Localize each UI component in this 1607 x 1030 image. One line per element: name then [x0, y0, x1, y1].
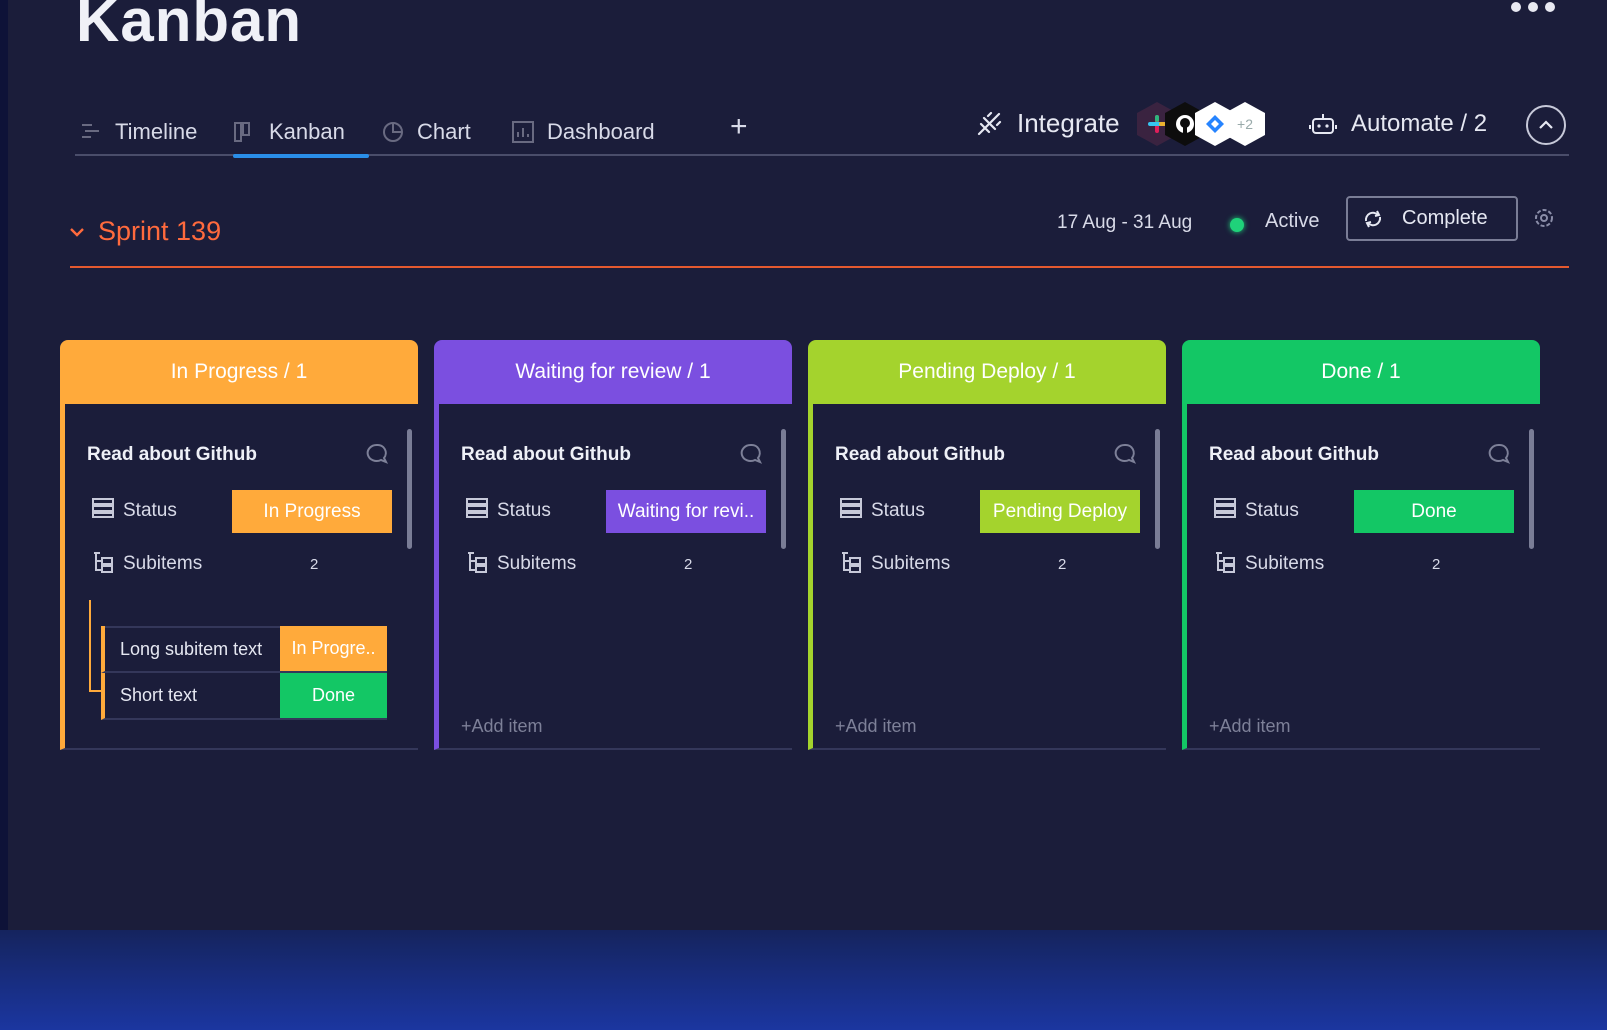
page-title: Kanban [76, 0, 303, 54]
gear-icon[interactable] [1532, 206, 1556, 230]
add-view-button[interactable]: + [730, 110, 748, 144]
kanban-card[interactable]: Read about Github Status Done Subitems 2… [1182, 404, 1540, 750]
subitems-icon [1216, 552, 1235, 573]
status-column-icon [1214, 498, 1236, 518]
subitems-table: Long subitem text In Progre.. Short text… [101, 626, 387, 720]
add-item-link[interactable]: +Add item [1209, 716, 1291, 737]
background-gradient [0, 930, 1607, 1030]
subitems-count: 2 [684, 556, 693, 573]
tab-label: Timeline [115, 119, 198, 144]
column-waiting-for-review: Waiting for review / 1 Read about Github… [434, 340, 792, 750]
tab-label: Kanban [269, 119, 345, 144]
status-pill[interactable]: Waiting for revi.. [606, 490, 766, 533]
subitem-status[interactable]: Done [280, 673, 387, 718]
column-header[interactable]: Waiting for review / 1 [434, 340, 792, 404]
column-in-progress: In Progress / 1 Read about Github Status… [60, 340, 418, 750]
subitems-icon [468, 552, 487, 573]
status-column-icon [466, 498, 488, 518]
subitems-count: 2 [310, 556, 319, 573]
subitem-name: Long subitem text [105, 626, 280, 671]
status-label: Status [123, 500, 177, 521]
active-status-dot [1230, 218, 1244, 232]
app-window: Kanban Timeline Kanban Chart Dashboard +… [0, 0, 1607, 930]
comment-icon[interactable] [739, 442, 763, 466]
subitem-status[interactable]: In Progre.. [280, 626, 387, 671]
kanban-card[interactable]: Read about Github Status Waiting for rev… [434, 404, 792, 750]
tab-timeline[interactable]: Timeline [79, 110, 197, 154]
automate-label: Automate / 2 [1351, 110, 1488, 137]
card-scrollbar[interactable] [1155, 429, 1160, 549]
tab-label: Dashboard [547, 119, 655, 144]
subitems-count: 2 [1058, 556, 1067, 573]
tab-dashboard[interactable]: Dashboard [511, 110, 655, 154]
kanban-card[interactable]: Read about Github Status Pending Deploy … [808, 404, 1166, 750]
subitem-row[interactable]: Long subitem text In Progre.. [101, 626, 387, 673]
sprint-state-label: Active [1265, 210, 1320, 232]
subitem-row[interactable]: Short text Done [101, 673, 387, 720]
add-item-link[interactable]: +Add item [835, 716, 917, 737]
comment-icon[interactable] [365, 442, 389, 466]
subitems-label: Subitems [1245, 553, 1325, 574]
status-column-icon [92, 498, 114, 518]
sprint-title: Sprint 139 [98, 216, 222, 246]
subitems-label: Subitems [497, 553, 577, 574]
column-header[interactable]: Done / 1 [1182, 340, 1540, 404]
column-done: Done / 1 Read about Github Status Done S… [1182, 340, 1540, 750]
add-item-link[interactable]: +Add item [461, 716, 543, 737]
status-pill[interactable]: Done [1354, 490, 1514, 533]
card-title: Read about Github [461, 444, 631, 465]
comment-icon[interactable] [1487, 442, 1511, 466]
more-integrations-badge: +2 [1225, 102, 1265, 146]
integrate-button[interactable]: Integrate [975, 108, 1120, 139]
column-pending-deploy: Pending Deploy / 1 Read about Github Sta… [808, 340, 1166, 750]
subitems-label: Subitems [123, 553, 203, 574]
chevron-up-icon [1539, 120, 1553, 129]
dashboard-icon [512, 121, 534, 143]
status-label: Status [1245, 500, 1299, 521]
timeline-icon [82, 124, 99, 138]
sprint-date-range: 17 Aug - 31 Aug [1057, 212, 1193, 233]
status-pill[interactable]: Pending Deploy [980, 490, 1140, 533]
tab-kanban[interactable]: Kanban [233, 110, 369, 158]
subitems-count: 2 [1432, 556, 1441, 573]
column-header[interactable]: Pending Deploy / 1 [808, 340, 1166, 404]
complete-sprint-button[interactable]: Complete [1346, 196, 1518, 241]
subitems-icon [94, 552, 113, 573]
automate-button[interactable]: Automate / 2 [1309, 110, 1487, 138]
card-scrollbar[interactable] [407, 429, 412, 549]
tab-chart[interactable]: Chart [381, 110, 471, 154]
sync-icon [1364, 210, 1382, 227]
status-pill[interactable]: In Progress [232, 490, 392, 533]
card-scrollbar[interactable] [781, 429, 786, 549]
subitem-name: Short text [105, 673, 280, 718]
chevron-down-icon [70, 227, 84, 237]
status-column-icon [840, 498, 862, 518]
comment-icon[interactable] [1113, 442, 1137, 466]
integration-icons[interactable]: +2 [1137, 102, 1267, 146]
integrate-label: Integrate [1017, 108, 1120, 138]
sprint-header: Sprint 139 17 Aug - 31 Aug Active Comple… [70, 196, 1569, 268]
chart-icon [383, 122, 403, 142]
status-label: Status [497, 500, 551, 521]
card-title: Read about Github [87, 444, 257, 465]
status-label: Status [871, 500, 925, 521]
subitems-icon [842, 552, 861, 573]
more-options-icon[interactable] [1511, 2, 1555, 12]
view-tabs: Timeline Kanban Chart Dashboard + Integr… [75, 100, 1569, 158]
complete-label: Complete [1402, 207, 1488, 229]
kanban-icon [234, 122, 250, 142]
tab-label: Chart [417, 119, 471, 144]
card-title: Read about Github [1209, 444, 1379, 465]
collapse-button[interactable] [1526, 105, 1566, 145]
kanban-card[interactable]: Read about Github Status In Progress Sub… [60, 404, 418, 750]
column-header[interactable]: In Progress / 1 [60, 340, 418, 404]
plug-icon [977, 111, 1002, 135]
card-scrollbar[interactable] [1529, 429, 1534, 549]
sprint-toggle[interactable]: Sprint 139 [70, 216, 221, 247]
card-title: Read about Github [835, 444, 1005, 465]
subitems-label: Subitems [871, 553, 951, 574]
robot-icon [1309, 114, 1337, 134]
